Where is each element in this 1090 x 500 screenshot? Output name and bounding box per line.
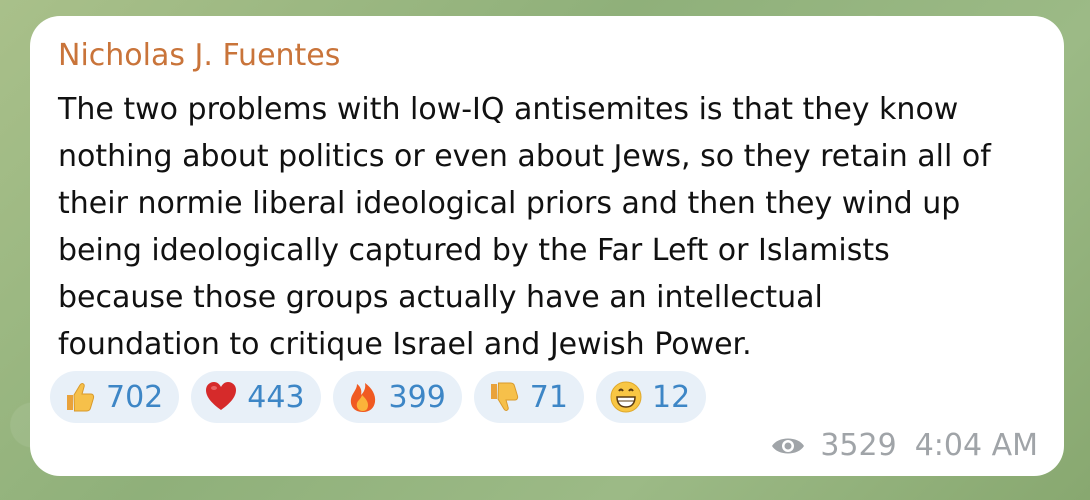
eye-icon [770, 433, 808, 459]
message-bubble[interactable]: Nicholas J. Fuentes The two problems wit… [30, 16, 1064, 476]
reaction-count: 702 [106, 379, 164, 415]
reaction-count: 443 [247, 379, 305, 415]
message-author[interactable]: Nicholas J. Fuentes [58, 38, 340, 73]
reaction-thumbs-down[interactable]: 71 [473, 371, 584, 423]
reaction-count: 12 [651, 379, 691, 415]
reaction-fire[interactable]: 399 [332, 371, 462, 423]
view-count: 3529 [820, 428, 897, 463]
red-heart-icon [203, 379, 239, 415]
message-meta: 3529 4:04 AM [770, 428, 1038, 463]
grinning-face-icon [608, 379, 644, 415]
thumbs-up-icon [62, 379, 98, 415]
reactions-bar: 702 443 399 71 12 [50, 371, 707, 423]
reaction-count: 71 [529, 379, 568, 415]
message-time: 4:04 AM [914, 428, 1038, 463]
message-text: The two problems with low-IQ antisemites… [58, 92, 991, 362]
reaction-heart[interactable]: 443 [191, 371, 321, 423]
fire-icon [345, 379, 381, 415]
reaction-thumbs-up[interactable]: 702 [50, 371, 180, 423]
reaction-count: 399 [388, 379, 446, 415]
reaction-grin[interactable]: 12 [595, 371, 707, 423]
thumbs-down-icon [486, 379, 522, 415]
